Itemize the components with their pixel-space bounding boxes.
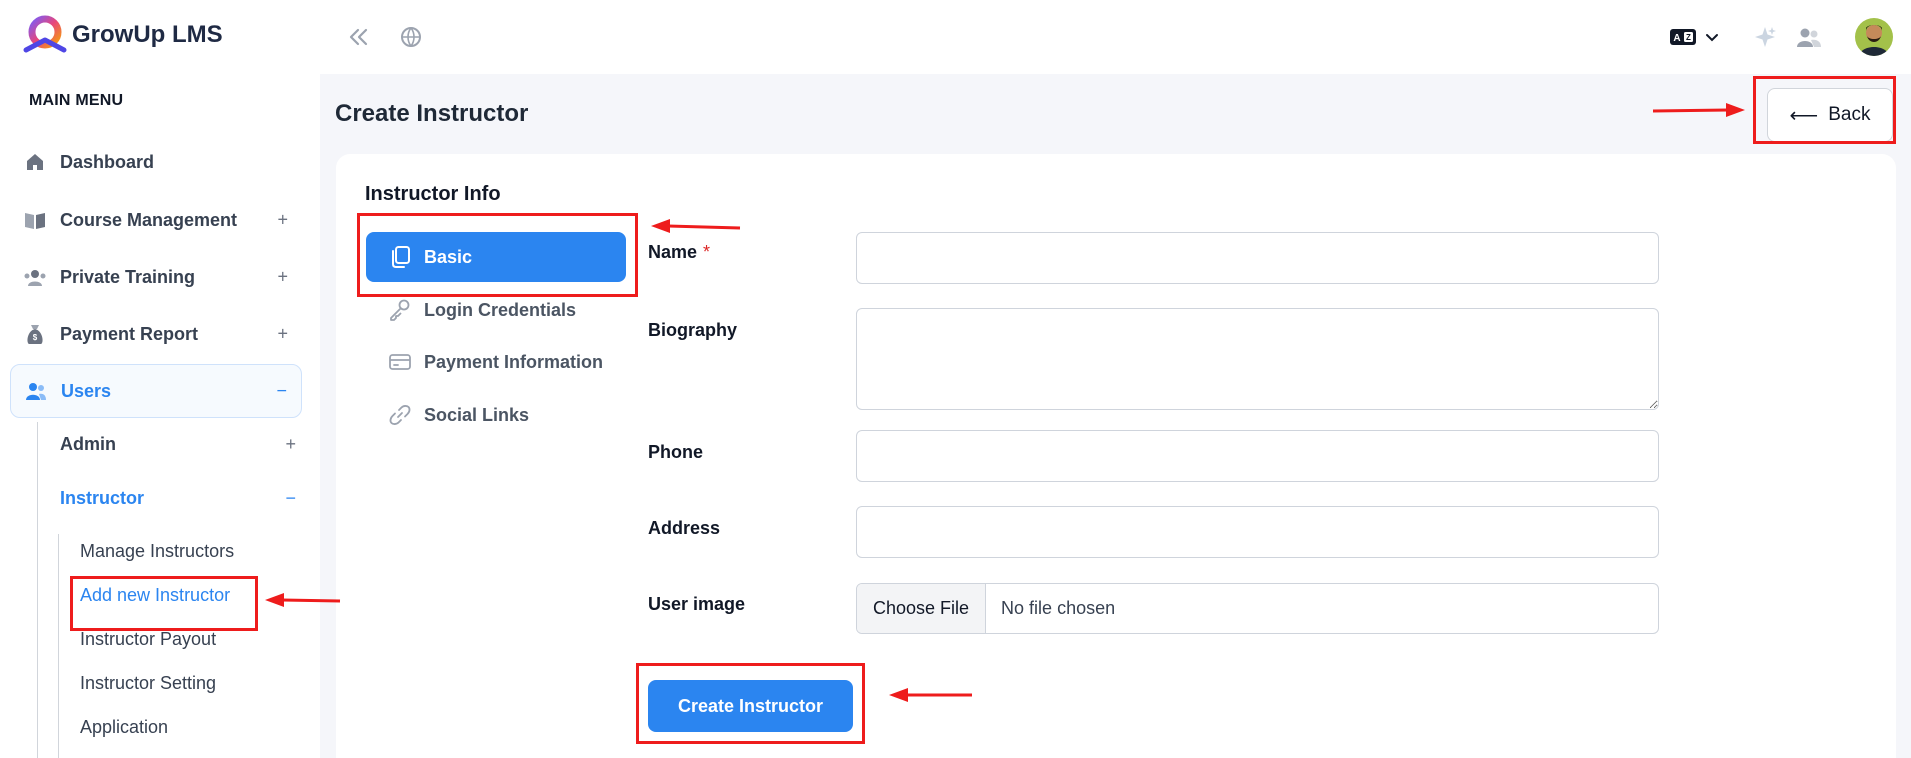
top-bar: AZ bbox=[320, 0, 1911, 74]
sidebar-item-label: Application bbox=[80, 716, 169, 737]
sidebar-item-users[interactable]: Users − bbox=[10, 364, 302, 418]
annotation-box-back bbox=[1753, 76, 1896, 144]
expand-icon[interactable]: + bbox=[277, 210, 288, 231]
biography-input[interactable] bbox=[856, 308, 1659, 410]
link-icon bbox=[388, 403, 412, 427]
sidebar-item-label: Instructor Payout bbox=[80, 628, 217, 649]
name-label-text: Name bbox=[648, 242, 698, 262]
sidebar-item-instructor[interactable]: Instructor − bbox=[60, 478, 296, 518]
expand-icon[interactable]: + bbox=[285, 434, 296, 455]
phone-label: Phone bbox=[648, 442, 704, 462]
sidebar: GrowUp LMS MAIN MENU Dashboard Course Ma… bbox=[0, 0, 320, 758]
user-image-file-input[interactable]: Choose File No file chosen bbox=[856, 583, 1659, 634]
users-icon bbox=[25, 380, 47, 402]
annotation-arrow-back bbox=[1652, 108, 1729, 113]
collapse-sidebar-icon[interactable] bbox=[344, 22, 374, 52]
sidebar-item-label: Instructor bbox=[60, 487, 145, 508]
choose-file-button[interactable]: Choose File bbox=[857, 584, 987, 633]
address-label: Address bbox=[648, 518, 721, 538]
training-icon bbox=[24, 266, 46, 288]
avatar[interactable] bbox=[1855, 18, 1893, 56]
sidebar-item-label: Instructor Setting bbox=[80, 672, 217, 693]
name-label: Name * bbox=[648, 242, 710, 263]
home-icon bbox=[24, 151, 46, 173]
svg-text:A: A bbox=[1673, 33, 1680, 44]
main-menu-title: MAIN MENU bbox=[29, 92, 124, 109]
sidebar-item-admin[interactable]: Admin + bbox=[60, 424, 296, 464]
app-name: GrowUp LMS bbox=[72, 21, 223, 48]
address-input[interactable] bbox=[856, 506, 1659, 558]
users-icon[interactable] bbox=[1794, 22, 1824, 52]
expand-icon[interactable]: + bbox=[277, 267, 288, 288]
annotation-box-add-instructor bbox=[70, 576, 258, 631]
name-input[interactable] bbox=[856, 232, 1659, 284]
money-bag-icon: $ bbox=[24, 323, 46, 345]
sidebar-item-private-training[interactable]: Private Training + bbox=[10, 251, 302, 303]
tab-label: Payment Information bbox=[424, 351, 604, 372]
globe-icon[interactable] bbox=[396, 22, 426, 52]
collapse-icon[interactable]: − bbox=[276, 381, 287, 402]
tree-line bbox=[37, 422, 38, 758]
sidebar-item-label: Manage Instructors bbox=[80, 540, 235, 561]
biography-label: Biography bbox=[648, 320, 738, 340]
sidebar-item-label: Course Management bbox=[60, 209, 238, 230]
phone-input[interactable] bbox=[856, 430, 1659, 482]
app-logo[interactable]: GrowUp LMS bbox=[22, 14, 223, 56]
tab-payment-information[interactable]: Payment Information bbox=[366, 337, 626, 387]
language-selector[interactable]: AZ bbox=[1666, 22, 1722, 52]
sidebar-item-application[interactable]: Application bbox=[80, 710, 168, 744]
expand-icon[interactable]: + bbox=[277, 324, 288, 345]
sparkle-icon[interactable] bbox=[1750, 22, 1780, 52]
required-mark: * bbox=[703, 242, 711, 262]
user-image-label: User image bbox=[648, 594, 746, 614]
collapse-icon[interactable]: − bbox=[285, 488, 296, 509]
key-icon bbox=[388, 298, 412, 322]
svg-text:Z: Z bbox=[1686, 33, 1691, 42]
sidebar-item-label: Payment Report bbox=[60, 323, 199, 344]
sidebar-item-manage-instructors[interactable]: Manage Instructors bbox=[80, 534, 234, 568]
tab-label: Social Links bbox=[424, 404, 530, 425]
sidebar-item-label: Admin bbox=[60, 433, 116, 454]
svg-text:$: $ bbox=[33, 333, 38, 342]
credit-card-icon bbox=[388, 350, 412, 374]
sidebar-item-instructor-setting[interactable]: Instructor Setting bbox=[80, 666, 216, 700]
sidebar-item-label: Private Training bbox=[60, 266, 196, 287]
file-status-text: No file chosen bbox=[1001, 598, 1116, 618]
sidebar-item-label: Users bbox=[61, 380, 112, 401]
tab-social-links[interactable]: Social Links bbox=[366, 390, 626, 440]
tree-line bbox=[58, 534, 59, 758]
annotation-box-basic-tab bbox=[357, 213, 638, 297]
sidebar-item-dashboard[interactable]: Dashboard bbox=[10, 136, 302, 188]
sidebar-item-course-management[interactable]: Course Management + bbox=[10, 194, 302, 246]
tab-label: Login Credentials bbox=[424, 299, 577, 320]
sidebar-item-label: Dashboard bbox=[60, 151, 155, 172]
chevron-down-icon bbox=[1706, 34, 1718, 42]
book-icon bbox=[24, 209, 46, 231]
sidebar-item-payment-report[interactable]: $ Payment Report + bbox=[10, 308, 302, 360]
annotation-box-create-button bbox=[636, 663, 865, 744]
section-title: Instructor Info bbox=[365, 183, 501, 205]
logo-icon bbox=[23, 15, 67, 53]
page-title: Create Instructor bbox=[335, 100, 529, 127]
language-icon: AZ bbox=[1670, 29, 1696, 45]
